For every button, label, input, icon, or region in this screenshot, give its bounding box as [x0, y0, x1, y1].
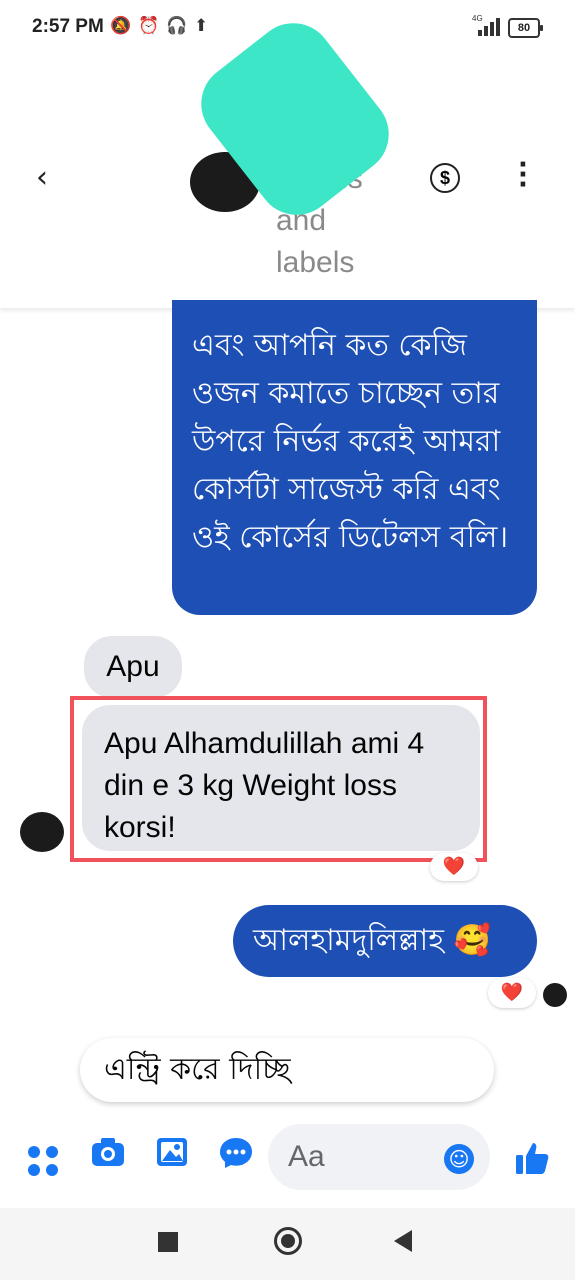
signal-icon — [468, 18, 500, 36]
notification-off-icon: 🔕 — [110, 16, 132, 35]
chevron-left-icon[interactable]: ‹ — [36, 160, 48, 195]
seen-avatar — [543, 983, 567, 1007]
chat-bubble-icon[interactable] — [216, 1136, 256, 1176]
sender-avatar[interactable] — [20, 812, 64, 852]
status-time: 2:57 PM — [32, 16, 104, 37]
image-icon[interactable] — [152, 1136, 192, 1176]
upload-icon: ⬆ — [194, 16, 209, 35]
camera-icon[interactable] — [88, 1136, 128, 1176]
dollar-circle-icon[interactable]: $ — [430, 163, 460, 193]
heart-reaction-icon[interactable]: ❤️ — [430, 853, 478, 881]
alarm-icon: ⏰ — [138, 16, 160, 35]
outgoing-message[interactable]: আলহামদুলিল্লাহ 🥰 — [233, 905, 537, 977]
suggested-reply-chip[interactable]: এন্ট্রি করে দিচ্ছি — [80, 1038, 494, 1102]
message-input-placeholder: Aa — [288, 1140, 325, 1173]
back-button[interactable] — [394, 1230, 412, 1252]
incoming-message[interactable]: Apu — [84, 636, 182, 698]
battery-level: 80 — [517, 22, 531, 34]
more-vertical-icon[interactable]: · · · — [518, 152, 528, 198]
highlight-box — [70, 696, 487, 862]
outgoing-message[interactable]: এবং আপনি কত কেজি ওজন কমাতে চাচ্ছেন তার উ… — [172, 300, 537, 615]
contact-subtitle-line4[interactable]: labels — [276, 246, 354, 280]
recents-button[interactable] — [158, 1232, 178, 1252]
headphones-icon: 🎧 — [166, 16, 188, 35]
apps-icon[interactable] — [28, 1146, 62, 1180]
heart-reaction-icon[interactable]: ❤️ — [488, 978, 536, 1008]
home-button[interactable] — [274, 1227, 302, 1255]
emoji-icon[interactable]: ☺ — [444, 1144, 474, 1174]
battery-icon: 80 — [508, 18, 543, 38]
thumbs-up-icon[interactable] — [514, 1140, 550, 1185]
